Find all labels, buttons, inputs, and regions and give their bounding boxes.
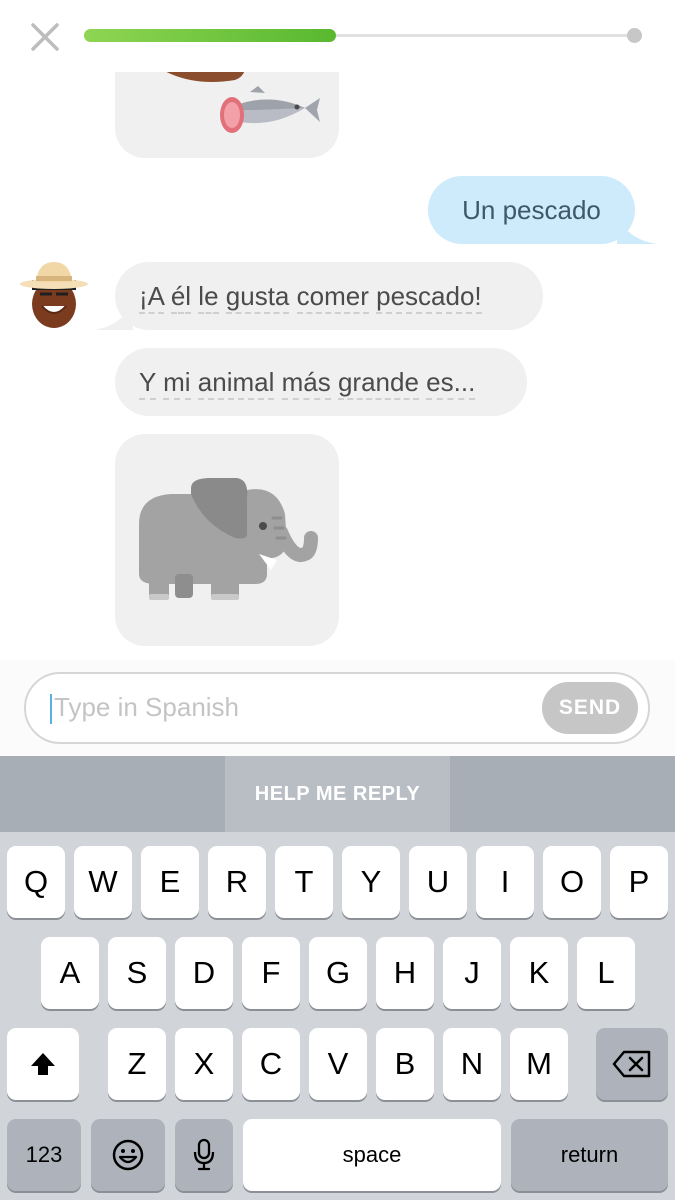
word-hint[interactable]: gusta (225, 280, 290, 314)
bot-message-bubble-1: ¡A él le gusta comer pescado! (93, 262, 543, 330)
shift-icon (31, 1053, 55, 1075)
word-hint[interactable]: es... (426, 366, 476, 400)
close-icon (31, 23, 59, 51)
word-hint[interactable]: grande (337, 366, 419, 400)
word-hint[interactable]: comer (296, 280, 369, 314)
reply-input-placeholder: Type in Spanish (54, 692, 240, 722)
word-hint[interactable]: más (281, 366, 331, 400)
word-hint[interactable]: Y (139, 366, 156, 400)
word-hint[interactable]: animal (197, 366, 275, 400)
key-d[interactable]: D (175, 937, 233, 1009)
key-f[interactable]: F (242, 937, 300, 1009)
close-button[interactable] (28, 20, 62, 54)
word-hint[interactable]: ¡A (139, 280, 164, 314)
reply-input[interactable]: Type in Spanish SEND (24, 672, 650, 744)
microphone-key[interactable] (175, 1119, 233, 1191)
lesson-header (0, 0, 675, 72)
bot-message-text-2: Y mi animal más grande es... (139, 366, 476, 400)
word-hint[interactable]: le (198, 280, 219, 314)
word-hint[interactable]: él (170, 280, 192, 314)
word-hint[interactable]: pescado! (376, 280, 482, 314)
send-button[interactable]: SEND (542, 682, 638, 734)
key-v[interactable]: V (309, 1028, 367, 1100)
microphone-icon (193, 1138, 215, 1171)
backspace-icon (612, 1050, 651, 1078)
key-s[interactable]: S (108, 937, 166, 1009)
return-key[interactable]: return (511, 1119, 668, 1191)
key-c[interactable]: C (242, 1028, 300, 1100)
word-hint[interactable]: mi (163, 366, 191, 400)
help-me-reply-button[interactable]: HELP ME REPLY (225, 756, 450, 832)
key-y[interactable]: Y (342, 846, 400, 918)
reply-input-area: Type in Spanish SEND (0, 660, 675, 756)
key-o[interactable]: O (543, 846, 601, 918)
bubble-tail (93, 300, 133, 330)
chat-area: Un pescado ¡A él le gusta comer pescado! (0, 0, 675, 660)
character-avatar (20, 262, 88, 328)
user-reply-bubble: Un pescado (428, 176, 657, 244)
key-u[interactable]: U (409, 846, 467, 918)
emoji-icon (112, 1139, 144, 1171)
user-reply-text: Un pescado (462, 194, 601, 225)
progress-fill (84, 29, 336, 42)
key-w[interactable]: W (74, 846, 132, 918)
key-k[interactable]: K (510, 937, 568, 1009)
key-e[interactable]: E (141, 846, 199, 918)
key-j[interactable]: J (443, 937, 501, 1009)
keyboard: Q W E R T Y U I O P A S D F G H J K L Z … (0, 832, 675, 1200)
progress-end-dot (627, 28, 642, 43)
bot-message-text-1: ¡A él le gusta comer pescado! (139, 280, 482, 314)
help-bar: HELP ME REPLY (0, 756, 675, 832)
elephant-illustration (139, 478, 318, 600)
backspace-key[interactable] (596, 1028, 668, 1100)
text-cursor (50, 694, 52, 724)
key-b[interactable]: B (376, 1028, 434, 1100)
progress-bar (84, 28, 642, 43)
emoji-key[interactable] (91, 1119, 165, 1191)
elephant-image-card (115, 434, 339, 646)
key-h[interactable]: H (376, 937, 434, 1009)
key-m[interactable]: M (510, 1028, 568, 1100)
key-g[interactable]: G (309, 937, 367, 1009)
bubble-tail (617, 214, 657, 244)
key-z[interactable]: Z (108, 1028, 166, 1100)
key-a[interactable]: A (41, 937, 99, 1009)
space-key[interactable]: space (243, 1119, 501, 1191)
key-r[interactable]: R (208, 846, 266, 918)
key-t[interactable]: T (275, 846, 333, 918)
key-x[interactable]: X (175, 1028, 233, 1100)
key-l[interactable]: L (577, 937, 635, 1009)
key-p[interactable]: P (610, 846, 668, 918)
shift-key[interactable] (7, 1028, 79, 1100)
numbers-key[interactable]: 123 (7, 1119, 81, 1191)
key-i[interactable]: I (476, 846, 534, 918)
bot-message-bubble-2: Y mi animal más grande es... (115, 348, 527, 416)
key-q[interactable]: Q (7, 846, 65, 918)
key-n[interactable]: N (443, 1028, 501, 1100)
